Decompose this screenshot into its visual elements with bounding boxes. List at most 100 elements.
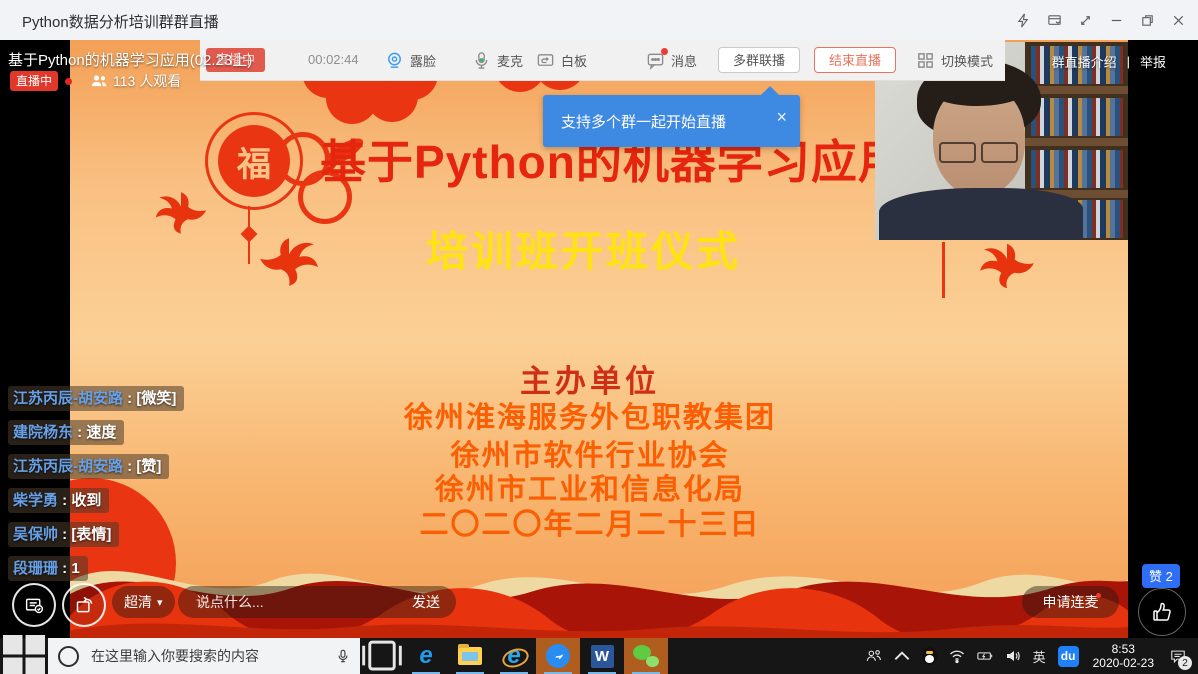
chat-overlay: 江苏丙辰-胡安路 : [微笑] 建院杨东 : 速度 江苏丙辰-胡安路 : [赞]… [8,386,184,590]
speaker-icon [1005,648,1021,664]
taskbar-app-word[interactable]: W [580,638,624,674]
tray-battery[interactable] [971,638,999,674]
microphone-button[interactable]: 麦克 [472,40,523,80]
window-controls [1010,7,1192,34]
file-explorer-icon [458,647,482,665]
chinese-knot [248,206,250,264]
chat-text: [赞] [136,458,161,475]
taskbar-clock[interactable]: 8:53 2020-02-23 [1085,638,1162,674]
fu-glyph: 福 [237,137,271,186]
whiteboard-icon [536,51,555,70]
like-button[interactable] [1138,588,1186,636]
send-button[interactable]: 发送 [412,592,440,612]
switch-mode-button[interactable]: 切换模式 [916,40,993,80]
tray-baidu-ime[interactable]: du [1052,638,1085,674]
dingtalk-icon [546,644,570,668]
chat-input-pill: 发送 [178,586,456,618]
clock-time: 8:53 [1112,642,1135,656]
live-badge-small: 直播中 [10,71,58,91]
notes-check-icon [24,595,45,616]
taskbar-app-wechat[interactable] [624,638,668,674]
internet-explorer-icon: e [501,643,527,669]
viewers-icon [91,74,108,88]
window-titlebar: Python数据分析培训群群直播 [0,0,1198,41]
chat-message: 江苏丙辰-胡安路 : [赞] [8,454,169,479]
rotate-screen-button[interactable] [62,583,106,627]
task-view-button[interactable] [360,638,404,674]
slide-organizer-line: 徐州淮海服务外包职教集团 [200,394,980,436]
taskbar-search[interactable] [48,638,360,674]
webcam-icon [385,51,404,70]
taskbar-app-explorer[interactable] [448,638,492,674]
chevron-down-icon: ▾ [157,596,163,609]
chat-text: 1 [71,560,79,577]
battery-icon [977,648,993,664]
chat-author: 吴保帅 [13,526,58,543]
edge-icon: e [419,642,432,670]
windows-taskbar: e e W 英 [0,638,1198,674]
message-notification-dot [661,48,668,55]
chat-author: 柴学勇 [13,492,58,509]
multi-group-tooltip: 支持多个群一起开始直播 × [543,95,800,147]
search-mic-icon[interactable] [336,649,350,663]
tassel [942,242,945,298]
request-mic-button[interactable]: 申请连麦 [1022,586,1119,618]
live-timer: 00:02:44 [308,52,359,67]
end-live-button[interactable]: 结束直播 [814,47,896,73]
task-view-icon [360,636,404,674]
face-camera-label: 露脸 [410,51,436,70]
microphone-icon [472,51,491,70]
minimize-icon[interactable] [1103,7,1130,34]
grid-icon [916,51,935,70]
tray-qq[interactable] [916,638,943,674]
chat-text: 收到 [71,492,101,509]
presenter-glasses [939,142,1018,163]
du-icon: du [1058,646,1079,667]
message-icon [646,51,665,70]
chat-author: 段珊珊 [13,560,58,577]
links-separator: | [1127,54,1130,69]
tray-ime[interactable]: 英 [1027,638,1052,674]
mini-window-icon[interactable] [1041,7,1068,34]
group-live-intro-link[interactable]: 群直播介绍 [1052,52,1117,71]
fullscreen-icon[interactable] [1072,7,1099,34]
multi-group-broadcast-button[interactable]: 多群联播 [718,47,800,73]
taskbar-app-dingtalk[interactable] [536,638,580,674]
chat-message-input[interactable] [194,593,412,611]
windows-logo-icon [0,632,48,674]
chat-record-button[interactable] [12,583,56,627]
chat-message: 吴保帅 : [表情] [8,522,119,547]
people-icon [866,648,882,664]
whiteboard-button[interactable]: 白板 [536,40,587,80]
thumbs-up-icon [1150,600,1174,624]
tooltip-close-icon[interactable]: × [776,108,787,126]
wave-decoration [70,528,1128,638]
quality-label: 超清 [124,592,152,612]
window-title: Python数据分析培训群群直播 [22,11,219,32]
face-camera-button[interactable]: 露脸 [385,40,436,80]
restore-icon[interactable] [1134,7,1161,34]
taskbar-search-input[interactable] [89,647,326,665]
tray-chevron-up[interactable] [888,638,916,674]
action-center-button[interactable]: 2 [1162,638,1198,674]
tray-volume[interactable] [999,638,1027,674]
close-icon[interactable] [1165,7,1192,34]
tray-network[interactable] [943,638,971,674]
start-button[interactable] [0,638,48,674]
report-link[interactable]: 举报 [1140,52,1166,71]
wechat-icon [633,645,659,667]
boost-icon[interactable] [1010,7,1037,34]
viewer-count: 113 人观看 [91,71,181,91]
chat-message: 段珊珊 : 1 [8,556,88,581]
chat-message: 建院杨东 : 速度 [8,420,124,445]
recording-dot [65,78,72,85]
wifi-icon [949,648,965,664]
quality-selector[interactable]: 超清 ▾ [112,586,175,618]
like-count-badge: 赞 2 [1142,564,1180,588]
taskbar-app-edge[interactable]: e [404,638,448,674]
tray-people-button[interactable] [860,638,888,674]
messages-button[interactable]: 消息 [646,40,697,80]
clock-date: 2020-02-23 [1093,656,1154,670]
chat-message: 江苏丙辰-胡安路 : [微笑] [8,386,184,411]
taskbar-app-ie[interactable]: e [492,638,536,674]
